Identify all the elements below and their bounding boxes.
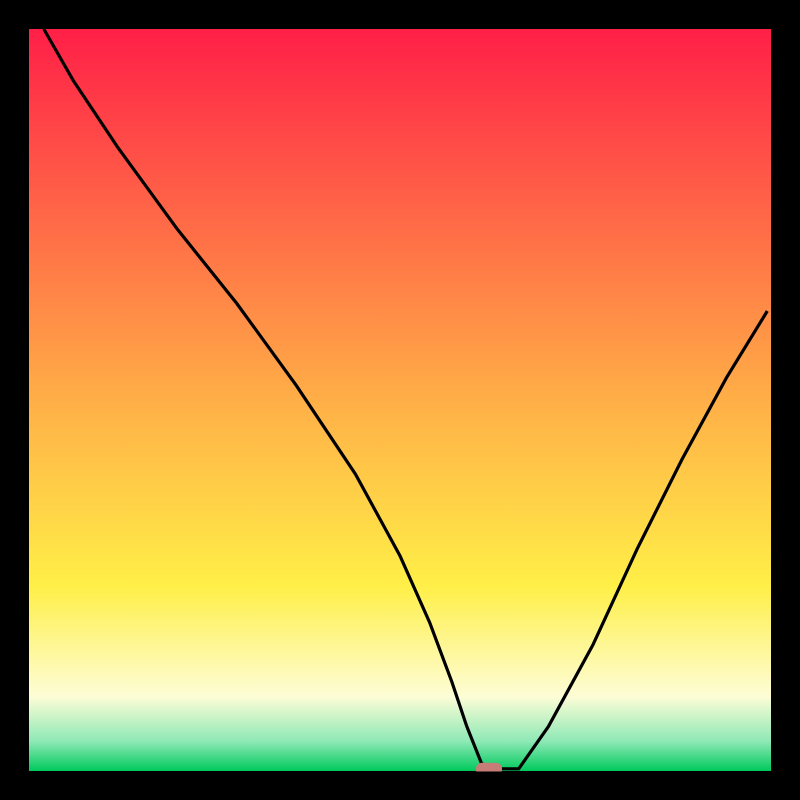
plot-background (29, 29, 771, 771)
bottleneck-chart (0, 0, 800, 800)
chart-container: TheBottlenecker.com (0, 0, 800, 800)
